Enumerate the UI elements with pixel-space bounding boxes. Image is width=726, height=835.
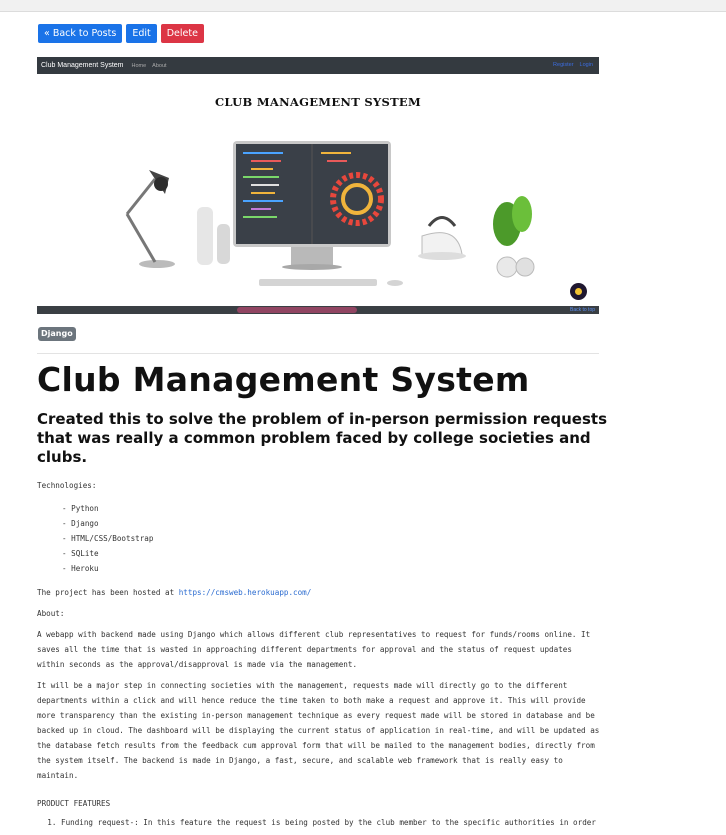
about-paragraph-2: It will be a major step in connecting so… <box>37 681 600 780</box>
list-item: - Django <box>62 519 99 528</box>
vase-small-icon <box>217 224 230 264</box>
screenshot-nav-about: About <box>152 62 167 69</box>
vase-icon <box>197 207 213 265</box>
theme-toggle-icon <box>570 283 587 300</box>
screenshot-navbar: Club Management System Home About Regist… <box>37 57 599 74</box>
technologies-list: - Python - Django - HTML/CSS/Bootstrap -… <box>62 501 602 576</box>
post-title: Club Management System <box>37 360 530 399</box>
post-actions-toolbar: « Back to Posts Edit Delete <box>38 24 204 43</box>
list-item: - SQLite <box>62 549 99 558</box>
post-subtitle: Created this to solve the problem of in-… <box>37 410 607 466</box>
desk-illustration <box>125 141 535 286</box>
hosted-line: The project has been hosted at https://c… <box>37 585 602 600</box>
list-item: - HTML/CSS/Bootstrap <box>62 534 154 543</box>
hosted-prefix: The project has been hosted at <box>37 588 179 597</box>
hosted-link[interactable]: https://cmsweb.herokuapp.com/ <box>179 588 312 597</box>
plant-icon <box>493 196 532 246</box>
delete-button[interactable]: Delete <box>160 24 204 43</box>
about-paragraph-1: A webapp with backend made using Django … <box>37 630 591 669</box>
list-item: Funding request-: In this feature the re… <box>61 815 602 830</box>
post-body: Technologies: - Python - Django - HTML/C… <box>37 478 602 830</box>
divider <box>37 353 599 354</box>
browser-top-strip <box>0 0 726 12</box>
kettle-icon <box>418 216 466 260</box>
list-item: - Heroku <box>62 564 99 573</box>
screenshot-nav-login: Login <box>579 62 593 68</box>
features-label: PRODUCT FEATURES <box>37 799 111 808</box>
features-list: Funding request-: In this feature the re… <box>37 815 602 830</box>
mouse-icon <box>387 280 403 286</box>
keyboard-icon <box>259 279 377 286</box>
technologies-label: Technologies: <box>37 481 97 490</box>
back-to-posts-button[interactable]: « Back to Posts <box>38 24 123 43</box>
about-label: About: <box>37 609 65 618</box>
category-tag[interactable]: Django <box>38 327 76 341</box>
screenshot-nav-brand: Club Management System <box>41 62 124 69</box>
edit-button[interactable]: Edit <box>126 24 157 43</box>
screenshot-nav-home: Home <box>131 62 147 69</box>
screenshot-nav-register: Register <box>553 62 574 68</box>
monitor-icon <box>233 141 391 270</box>
screenshot-footer: Back to top <box>37 306 599 314</box>
headphones-icon <box>496 256 535 278</box>
post-cover-image: Club Management System Home About Regist… <box>37 57 599 314</box>
desk-lamp-icon <box>125 170 175 268</box>
list-item: - Python <box>62 504 99 513</box>
